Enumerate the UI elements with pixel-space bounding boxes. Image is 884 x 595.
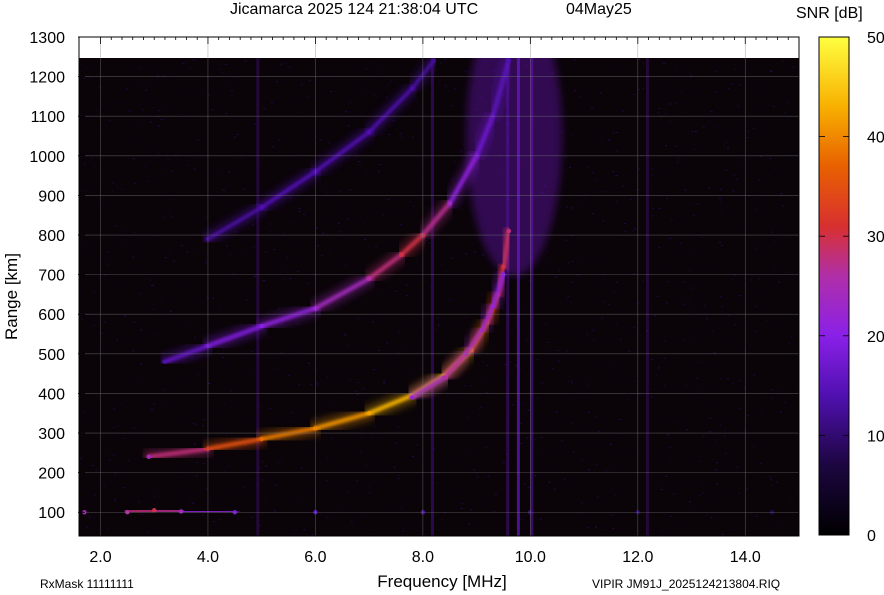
colorbar-tick-label: 10 (867, 428, 884, 445)
y-tick-label: 1200 (29, 70, 65, 87)
x-tick-label: 4.0 (197, 549, 219, 566)
plot-top-blank (79, 37, 799, 58)
y-tick-label: 1100 (31, 109, 66, 126)
y-tick-label: 900 (38, 188, 65, 205)
x-tick-label: 2.0 (89, 549, 111, 566)
x-tick-label: 14.0 (730, 549, 761, 566)
x-tick-label: 8.0 (412, 549, 434, 566)
y-tick-label: 500 (38, 347, 65, 364)
file-info: VIPIR JM91J_2025124213804.RIQ (592, 577, 781, 591)
trace-1 (79, 503, 780, 520)
trace-point (399, 252, 404, 258)
trace-point (259, 436, 264, 442)
colorbar-tick-label: 50 (867, 30, 884, 47)
trace-point (431, 58, 436, 63)
trace-point (442, 375, 447, 380)
y-tick-label: 400 (38, 386, 65, 403)
y-tick-label: 200 (38, 466, 65, 483)
colorbar-tick-label: 20 (867, 329, 884, 346)
colorbar-tick-label: 40 (867, 130, 884, 147)
y-tick-label: 800 (38, 228, 65, 245)
trace-point (479, 327, 485, 333)
trace-point (366, 411, 372, 416)
trace-point (506, 58, 512, 63)
plot-area (79, 58, 799, 536)
colorbar-tick-label: 30 (867, 229, 884, 246)
trace-point (506, 228, 512, 234)
trace-point (162, 359, 168, 364)
y-tick-label: 700 (38, 268, 65, 285)
colorbar-tick-label: 0 (867, 528, 876, 545)
x-tick-label: 12.0 (622, 549, 653, 566)
colorbar (818, 36, 850, 536)
y-tick-label: 1300 (29, 30, 65, 47)
ionogram-chart: 2.0 4.0 6.0 8.0 10.0 12.0 14.0 100200300400500… (29, 30, 884, 566)
y-axis-label: Range [km] (2, 253, 21, 340)
x-tick-label: 6.0 (304, 549, 326, 566)
trace-point (409, 395, 415, 400)
trace-point (146, 454, 152, 459)
trace-point (490, 304, 495, 309)
trace-point (447, 201, 452, 206)
trace-point (259, 323, 264, 329)
trace-point (366, 129, 372, 135)
y-tick-label: 600 (38, 307, 65, 324)
y-tick-label: 1000 (29, 149, 65, 166)
rx-mask: RxMask 11111111 (40, 577, 134, 591)
trace-point (409, 86, 415, 91)
trace-point (178, 509, 184, 514)
trace-point (366, 276, 372, 281)
y-axis: 100 200 300 400 500 600 700 800 900 1000 1100 1200 1… (29, 30, 85, 522)
x-tick-label: 10.0 (515, 549, 546, 566)
trace-point (152, 508, 157, 513)
y-tick-label: 300 (38, 426, 65, 443)
trace-point (259, 205, 264, 210)
y-tick-label: 100 (38, 505, 65, 522)
